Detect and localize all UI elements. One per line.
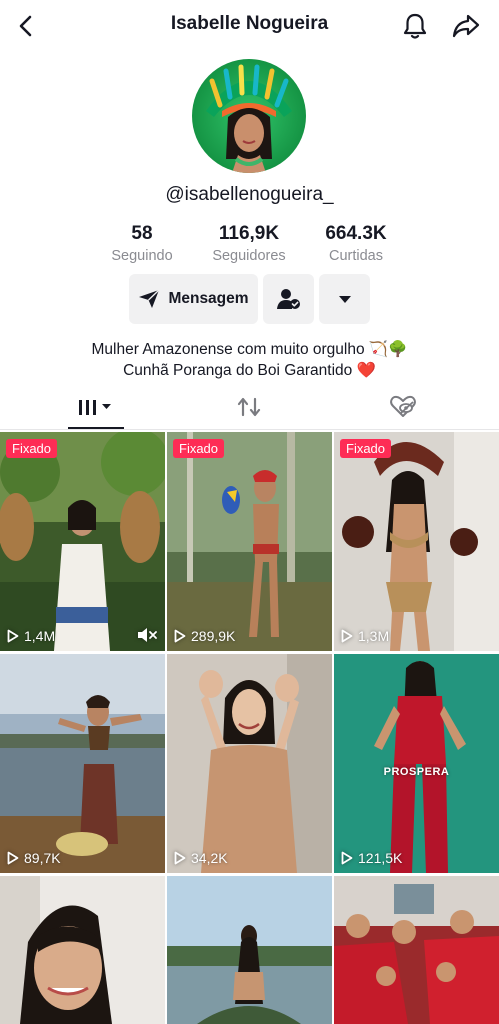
video-thumbnail: [334, 654, 499, 873]
hidden-heart-icon: [390, 395, 416, 417]
video-grid: Fixado 1,4M Fixado 289,9K Fixado 1,3M 89…: [0, 432, 499, 1024]
video-thumbnail: [0, 654, 165, 873]
tab-reposts[interactable]: [169, 385, 329, 429]
profile-handle: @isabellenogueira_: [165, 184, 334, 205]
pinned-badge: Fixado: [340, 439, 392, 458]
bio-line-1: Mulher Amazonense com muito orgulho 🏹🌳: [91, 341, 408, 358]
top-bar: Isabelle Nogueira: [0, 0, 499, 52]
stat-followers-label: Seguidores: [212, 248, 286, 264]
profile-bio: Mulher Amazonense com muito orgulho 🏹🌳 C…: [0, 339, 499, 381]
video-tile[interactable]: PROSPERA 121,5K: [334, 654, 499, 873]
view-count-value: 1,3M: [358, 628, 390, 644]
grid-bars-icon: [79, 400, 111, 415]
video-tile[interactable]: Fixado 1,3M: [334, 432, 499, 651]
play-icon: [341, 851, 353, 865]
video-tile[interactable]: [167, 876, 332, 1024]
video-thumbnail: [0, 432, 165, 651]
stat-likes-value: 664.3K: [325, 223, 387, 244]
stat-following-value: 58: [131, 223, 153, 244]
stat-following[interactable]: 58 Seguindo: [92, 222, 192, 266]
stat-followers-value: 116,9K: [218, 223, 280, 244]
play-icon: [174, 629, 186, 643]
pinned-badge: Fixado: [173, 439, 225, 458]
video-thumbnail: [167, 876, 332, 1024]
stat-likes-label: Curtidas: [329, 248, 383, 264]
view-count-value: 289,9K: [191, 628, 236, 644]
play-icon: [341, 629, 353, 643]
play-icon: [174, 851, 186, 865]
view-count: 1,4M: [7, 628, 55, 644]
view-count: 34,2K: [174, 850, 228, 866]
bell-icon: [403, 13, 427, 39]
more-options-button[interactable]: [319, 274, 370, 324]
active-tab-indicator: [68, 427, 124, 429]
avatar[interactable]: [192, 59, 306, 173]
video-tile[interactable]: Fixado 1,4M: [0, 432, 165, 651]
video-tile[interactable]: Fixado 289,9K: [167, 432, 332, 651]
send-icon: [139, 289, 160, 308]
bio-line-2: Cunhã Poranga do Boi Garantido ❤️: [123, 362, 376, 379]
repost-icon: [237, 397, 261, 417]
video-thumbnail: [167, 654, 332, 873]
view-count-value: 121,5K: [358, 850, 403, 866]
tab-videos[interactable]: [14, 385, 178, 429]
profile-actions: Mensagem: [0, 274, 499, 324]
video-caption-overlay: PROSPERA: [383, 766, 450, 778]
avatar-photo: [192, 59, 306, 173]
stat-likes[interactable]: 664.3K Curtidas: [306, 222, 406, 266]
pinned-badge: Fixado: [6, 439, 58, 458]
caret-down-icon: [338, 296, 351, 303]
share-button[interactable]: [448, 10, 484, 42]
tab-liked[interactable]: [323, 385, 483, 429]
video-thumbnail: [0, 876, 165, 1024]
video-thumbnail: [334, 876, 499, 1024]
profile-stats: 58 Seguindo 116,9K Seguidores 664.3K Cur…: [92, 222, 408, 268]
notifications-button[interactable]: [398, 10, 432, 42]
view-count: 121,5K: [341, 850, 402, 866]
play-icon: [7, 629, 19, 643]
view-count-value: 34,2K: [191, 850, 228, 866]
person-check-icon: [276, 289, 300, 309]
view-count: 289,9K: [174, 628, 235, 644]
view-count: 1,3M: [341, 628, 389, 644]
stat-followers[interactable]: 116,9K Seguidores: [199, 222, 299, 266]
view-count: 89,7K: [7, 850, 61, 866]
play-icon: [7, 851, 19, 865]
video-tile[interactable]: 89,7K: [0, 654, 165, 873]
chevron-left-icon: [19, 15, 32, 37]
video-thumbnail: [334, 432, 499, 651]
video-tile[interactable]: 34,2K: [167, 654, 332, 873]
message-button[interactable]: Mensagem: [129, 274, 258, 324]
message-button-label: Mensagem: [168, 290, 249, 307]
video-tile[interactable]: [0, 876, 165, 1024]
muted-icon: [138, 628, 157, 642]
video-thumbnail: [167, 432, 332, 651]
back-button[interactable]: [10, 10, 42, 42]
view-count-value: 89,7K: [24, 850, 61, 866]
view-count-value: 1,4M: [24, 628, 56, 644]
share-arrow-icon: [452, 14, 480, 38]
stat-following-label: Seguindo: [111, 248, 173, 264]
profile-tabs: [0, 385, 499, 430]
video-tile[interactable]: [334, 876, 499, 1024]
following-button[interactable]: [263, 274, 314, 324]
